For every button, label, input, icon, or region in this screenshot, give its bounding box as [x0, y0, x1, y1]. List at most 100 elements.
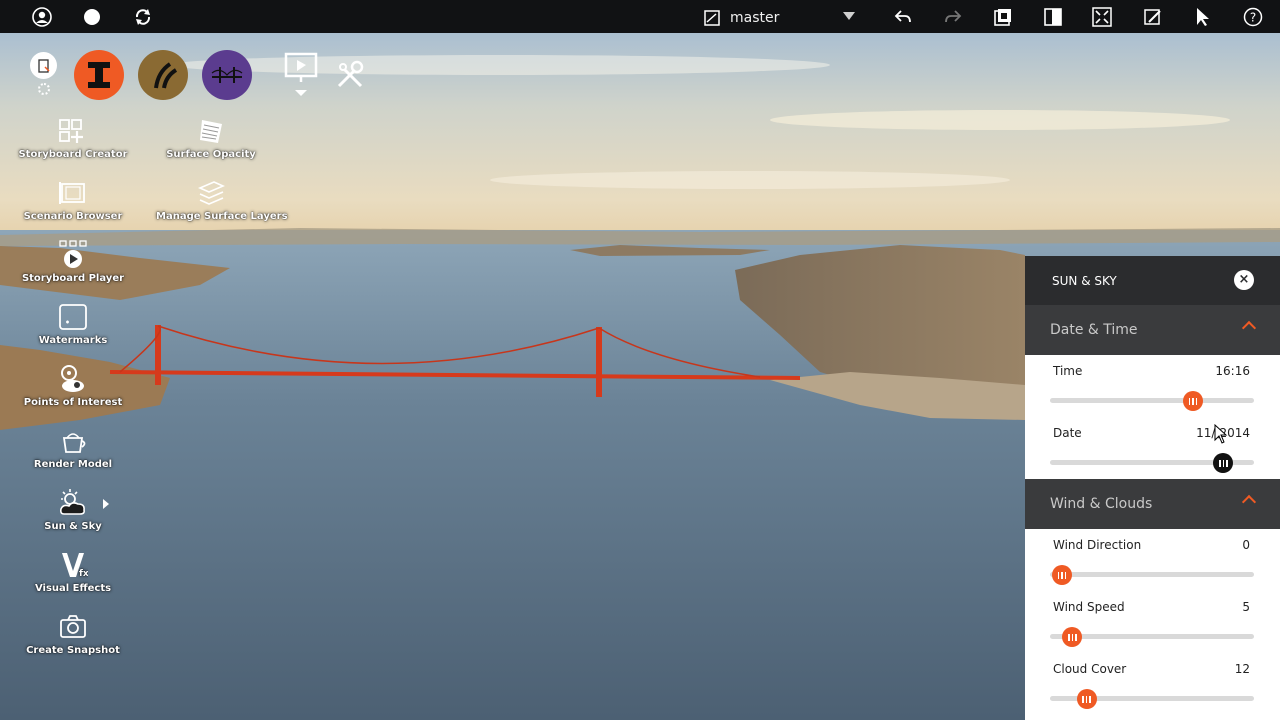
render-model-icon: [18, 418, 128, 456]
tool-points-of-interest[interactable]: Points of Interest: [18, 356, 128, 408]
tool-label: Storyboard Player: [21, 273, 125, 284]
wind-direction-row: Wind Direction 0: [1025, 529, 1280, 591]
forward-icon[interactable]: [942, 6, 964, 28]
svg-text:fx: fx: [79, 569, 88, 579]
tool-label: Storyboard Creator: [18, 149, 128, 160]
tool-label: Watermarks: [38, 335, 108, 346]
wind-direction-slider[interactable]: [1050, 565, 1254, 585]
wind-speed-value: 5: [1242, 600, 1250, 614]
cloud: [170, 55, 830, 75]
wind-direction-label: Wind Direction: [1053, 538, 1142, 552]
date-row: Date 11/\2014: [1025, 417, 1280, 479]
tool-label: Manage Surface Layers: [156, 211, 288, 222]
bridges-icon: [211, 67, 243, 83]
tool-surface-layers[interactable]: Manage Surface Layers: [156, 170, 288, 222]
storyboard-creator-icon: [18, 108, 128, 146]
tool-visual-effects[interactable]: fx Visual Effects: [18, 542, 128, 594]
slider-handle[interactable]: [1062, 627, 1083, 647]
tool-label: Create Snapshot: [26, 645, 120, 656]
panel-icon[interactable]: [1042, 6, 1064, 28]
cloud-cover-slider[interactable]: [1050, 689, 1254, 709]
svg-text:?: ?: [1250, 11, 1256, 25]
wind-speed-row: Wind Speed 5: [1025, 591, 1280, 653]
submenu-arrow-icon[interactable]: [103, 499, 109, 509]
branch-selector[interactable]: master: [704, 8, 779, 28]
section-title: Date & Time: [1050, 322, 1138, 338]
slider-handle[interactable]: [1182, 391, 1203, 411]
date-label: Date: [1053, 426, 1082, 440]
sun-sky-icon: [18, 480, 128, 518]
settings-icon[interactable]: [38, 83, 50, 95]
layers-icon[interactable]: [992, 6, 1014, 28]
chat-icon[interactable]: [81, 6, 103, 28]
camera-icon: [18, 604, 128, 642]
cloud: [770, 110, 1230, 130]
back-icon[interactable]: [892, 6, 914, 28]
tool-storyboard-creator[interactable]: Storyboard Creator: [18, 108, 128, 160]
tool-surface-opacity[interactable]: Surface Opacity: [156, 108, 266, 160]
surface-opacity-icon: [156, 108, 266, 146]
roads-button[interactable]: [138, 50, 188, 100]
tool-camera[interactable]: Create Snapshot: [18, 604, 128, 656]
section-title: Wind & Clouds: [1050, 496, 1153, 512]
tool-watermarks[interactable]: Watermarks: [18, 294, 128, 346]
edit-view-icon[interactable]: [1142, 6, 1164, 28]
points-of-interest-icon: [18, 356, 128, 394]
help-icon[interactable]: ?: [1242, 6, 1264, 28]
slider-handle[interactable]: [1076, 689, 1097, 709]
user-icon[interactable]: [31, 6, 53, 28]
tool-render-model[interactable]: Render Model: [18, 418, 128, 470]
slider-handle[interactable]: [1052, 565, 1073, 585]
surface-layers-icon: [156, 170, 266, 208]
infrastructure-icon: [88, 62, 110, 88]
panel-title: SUN & SKY: [1052, 273, 1117, 288]
wind-speed-slider[interactable]: [1050, 627, 1254, 647]
tool-scenario-browser[interactable]: Scenario Browser: [18, 170, 128, 222]
chevron-up-icon[interactable]: [1241, 494, 1257, 510]
cloud-cover-row: Cloud Cover 12: [1025, 653, 1280, 715]
wind-clouds-section-header[interactable]: Wind & Clouds: [1025, 479, 1280, 529]
cloud: [490, 171, 1010, 189]
new-item-button[interactable]: [30, 52, 57, 79]
time-slider[interactable]: [1050, 391, 1254, 411]
chevron-down-icon[interactable]: [843, 12, 855, 20]
sun-sky-panel: SUN & SKY × Date & Time Time 16:16 Date …: [1025, 256, 1280, 720]
tool-label: Visual Effects: [34, 583, 112, 594]
time-label: Time: [1053, 364, 1083, 378]
tool-label: Scenario Browser: [23, 211, 123, 222]
wrench-icon: [337, 60, 364, 88]
branch-name: master: [730, 10, 780, 26]
watermarks-icon: [18, 294, 128, 332]
close-button[interactable]: ×: [1234, 270, 1254, 290]
scenario-browser-icon: [18, 170, 128, 208]
pointer-icon[interactable]: [1191, 6, 1213, 28]
tool-storyboard-player[interactable]: Storyboard Player: [18, 232, 128, 284]
fullscreen-icon[interactable]: [1091, 6, 1113, 28]
mouse-cursor-icon: [1214, 424, 1228, 444]
bridges-button[interactable]: [202, 50, 252, 100]
roads-icon: [154, 62, 178, 89]
tool-label: Points of Interest: [23, 397, 123, 408]
storyboard-player-icon: [18, 232, 128, 270]
wind-direction-value: 0: [1242, 538, 1250, 552]
sync-icon[interactable]: [132, 6, 154, 28]
top-toolbar: master ?: [0, 0, 1280, 33]
infrastructure-button[interactable]: [74, 50, 124, 100]
chevron-up-icon[interactable]: [1241, 320, 1257, 336]
tools-button[interactable]: [325, 50, 375, 100]
date-slider[interactable]: [1050, 453, 1254, 473]
presentation-button[interactable]: [276, 50, 326, 100]
tool-label: Render Model: [33, 459, 113, 470]
time-row: Time 16:16: [1025, 355, 1280, 417]
date-time-section-header[interactable]: Date & Time: [1025, 305, 1280, 355]
time-value: 16:16: [1215, 364, 1250, 378]
cloud-cover-label: Cloud Cover: [1053, 662, 1127, 676]
tool-label: Sun & Sky: [44, 521, 102, 532]
tool-label: Surface Opacity: [166, 149, 256, 160]
cloud-cover-value: 12: [1234, 662, 1250, 676]
document-icon: [37, 58, 50, 73]
wind-speed-label: Wind Speed: [1053, 600, 1125, 614]
panel-header: SUN & SKY ×: [1025, 256, 1280, 305]
tool-sun-sky[interactable]: Sun & Sky: [18, 480, 128, 532]
slider-handle[interactable]: [1213, 453, 1234, 473]
